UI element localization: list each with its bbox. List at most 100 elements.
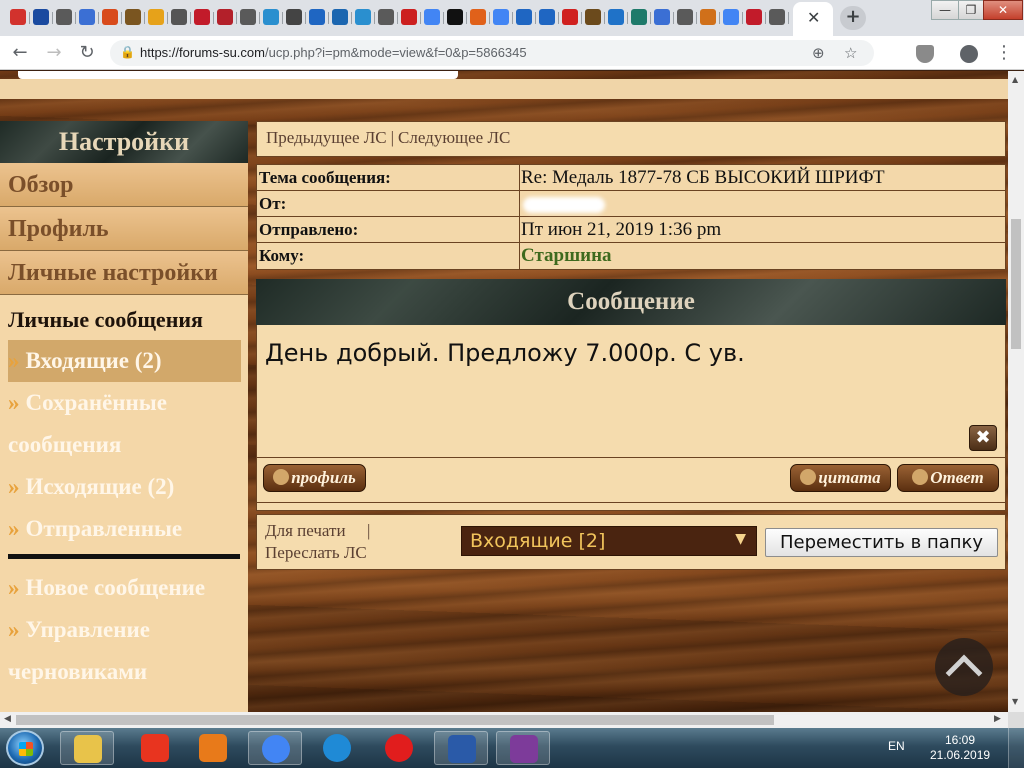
scroll-left-arrow-icon[interactable]: ◀ bbox=[4, 714, 11, 724]
lock-icon[interactable]: 🔒 bbox=[120, 45, 135, 59]
sidebar-item-inbox[interactable]: » Входящие (2) bbox=[8, 340, 241, 382]
new-tab-button[interactable]: + bbox=[840, 6, 866, 30]
browser-menu-icon[interactable]: ⋮ bbox=[992, 42, 1016, 64]
ring-icon[interactable] bbox=[355, 9, 371, 25]
h-icon[interactable] bbox=[378, 9, 394, 25]
recipient-link[interactable]: Старшина bbox=[521, 245, 612, 267]
black-p-icon[interactable] bbox=[447, 9, 463, 25]
globe-icon[interactable] bbox=[171, 9, 187, 25]
window-close-button[interactable]: ✕ bbox=[983, 0, 1023, 20]
scroll-down-arrow-icon[interactable]: ▼ bbox=[1012, 697, 1018, 706]
ring-icon[interactable] bbox=[263, 9, 279, 25]
extension-shield-icon[interactable] bbox=[916, 45, 934, 63]
yandex-browser-taskbar-button[interactable] bbox=[372, 731, 426, 765]
slash-icon[interactable] bbox=[309, 9, 325, 25]
tab-separator bbox=[374, 12, 375, 24]
clock[interactable]: 16:09 21.06.2019 bbox=[930, 733, 990, 763]
start-button[interactable] bbox=[6, 730, 44, 766]
google-icon[interactable] bbox=[493, 9, 509, 25]
vertical-scrollbar[interactable]: ▲ ▼ bbox=[1008, 71, 1024, 712]
yellow-y-icon[interactable] bbox=[148, 9, 164, 25]
tab-separator bbox=[236, 12, 237, 24]
forward-link[interactable]: Переслать ЛС bbox=[265, 543, 367, 563]
show-desktop-button[interactable] bbox=[1008, 728, 1024, 768]
tab-separator bbox=[328, 12, 329, 24]
scroll-up-arrow-icon[interactable]: ▲ bbox=[1012, 75, 1018, 84]
striped-icon[interactable] bbox=[700, 9, 716, 25]
plus-cross-icon[interactable] bbox=[608, 9, 624, 25]
sidebar-link-preferences[interactable]: Личные настройки bbox=[0, 251, 248, 295]
onenote-taskbar-button[interactable] bbox=[496, 731, 550, 765]
sidebar-section-private-messages[interactable]: Личные сообщения bbox=[0, 295, 248, 334]
close-tab-icon[interactable]: ✕ bbox=[807, 8, 820, 27]
sidebar-item-new-message[interactable]: » Новое сообщение bbox=[0, 567, 248, 609]
cart-icon[interactable] bbox=[654, 9, 670, 25]
h-icon[interactable] bbox=[769, 9, 785, 25]
scroll-to-top-button[interactable] bbox=[935, 638, 993, 696]
red-shield-icon[interactable] bbox=[10, 9, 26, 25]
media-player-taskbar-button[interactable] bbox=[186, 731, 240, 765]
red-fd-icon[interactable] bbox=[401, 9, 417, 25]
horizontal-scrollbar[interactable]: ◀ ▶ bbox=[0, 712, 1008, 728]
minimize-button[interactable]: — bbox=[931, 0, 959, 20]
back-button[interactable]: ← bbox=[8, 42, 32, 64]
sidebar-item-saved[interactable]: » Сохранённые сообщения bbox=[0, 382, 248, 466]
h-icon[interactable] bbox=[240, 9, 256, 25]
h-icon[interactable] bbox=[56, 9, 72, 25]
folder-select[interactable]: Входящие [2] ▼ bbox=[461, 526, 757, 556]
horizontal-scroll-thumb[interactable] bbox=[16, 715, 774, 725]
bookmark-star-icon[interactable]: ☆ bbox=[844, 44, 857, 62]
ie-taskbar-button[interactable] bbox=[310, 731, 364, 765]
sidebar-link-profile[interactable]: Профиль bbox=[0, 207, 248, 251]
sidebar-item-outbox[interactable]: » Исходящие (2) bbox=[0, 466, 248, 508]
move-to-folder-button[interactable]: Переместить в папку bbox=[765, 528, 998, 557]
maximize-button[interactable]: ❐ bbox=[958, 0, 984, 20]
forward-button[interactable]: → bbox=[42, 42, 66, 64]
hh-icon[interactable] bbox=[562, 9, 578, 25]
book-icon[interactable] bbox=[125, 9, 141, 25]
slash-icon[interactable] bbox=[516, 9, 532, 25]
h-icon[interactable] bbox=[677, 9, 693, 25]
next-pm-link[interactable]: Следующее ЛС bbox=[398, 128, 510, 147]
address-bar[interactable]: 🔒 https://forums-su.com/ucp.php?i=pm&mod… bbox=[110, 40, 874, 66]
profile-button[interactable]: профиль bbox=[263, 464, 366, 492]
red-seal-icon[interactable] bbox=[194, 9, 210, 25]
red-logo-icon[interactable] bbox=[102, 9, 118, 25]
orange-badge-icon[interactable] bbox=[470, 9, 486, 25]
sidebar-link-overview[interactable]: Обзор bbox=[0, 163, 248, 207]
print-link[interactable]: Для печати bbox=[265, 521, 346, 541]
explorer-taskbar-button[interactable] bbox=[60, 731, 114, 765]
cart-icon[interactable] bbox=[79, 9, 95, 25]
subject-label: Тема сообщения: bbox=[259, 168, 391, 187]
tab-separator bbox=[466, 12, 467, 24]
tab-separator bbox=[443, 12, 444, 24]
book-icon[interactable] bbox=[585, 9, 601, 25]
chrome-taskbar-button[interactable] bbox=[248, 731, 302, 765]
tab-separator bbox=[512, 12, 513, 24]
sidebar-item-drafts[interactable]: » Управление черновиками bbox=[0, 609, 248, 693]
scroll-right-arrow-icon[interactable]: ▶ bbox=[994, 714, 1001, 724]
language-indicator[interactable]: EN bbox=[888, 739, 905, 753]
red-seal-icon[interactable] bbox=[746, 9, 762, 25]
google-icon[interactable] bbox=[424, 9, 440, 25]
previous-pm-link[interactable]: Предыдущее ЛС bbox=[266, 128, 387, 147]
quote-button[interactable]: цитата bbox=[790, 464, 891, 492]
sidebar-item-sent[interactable]: » Отправленные bbox=[0, 508, 248, 550]
blue-oval-icon[interactable] bbox=[332, 9, 348, 25]
diamond-icon[interactable] bbox=[286, 9, 302, 25]
profile-avatar-icon[interactable] bbox=[960, 45, 978, 63]
onenote-icon bbox=[510, 735, 538, 763]
word-taskbar-button[interactable] bbox=[434, 731, 488, 765]
teal-globe-icon[interactable] bbox=[631, 9, 647, 25]
reply-button[interactable]: Ответ bbox=[897, 464, 999, 492]
zoom-icon[interactable]: ⊕ bbox=[812, 44, 825, 62]
vertical-scroll-thumb[interactable] bbox=[1011, 219, 1021, 349]
red-eagle-icon[interactable] bbox=[217, 9, 233, 25]
google-icon[interactable] bbox=[723, 9, 739, 25]
yandex-taskbar-button[interactable] bbox=[128, 731, 182, 765]
report-icon[interactable]: ✖ bbox=[969, 425, 997, 451]
slash-icon[interactable] bbox=[539, 9, 555, 25]
reload-button[interactable]: ↻ bbox=[75, 42, 99, 64]
tab-strip: ✕ + — ❐ ✕ bbox=[0, 0, 1024, 36]
blue-square-icon[interactable] bbox=[33, 9, 49, 25]
